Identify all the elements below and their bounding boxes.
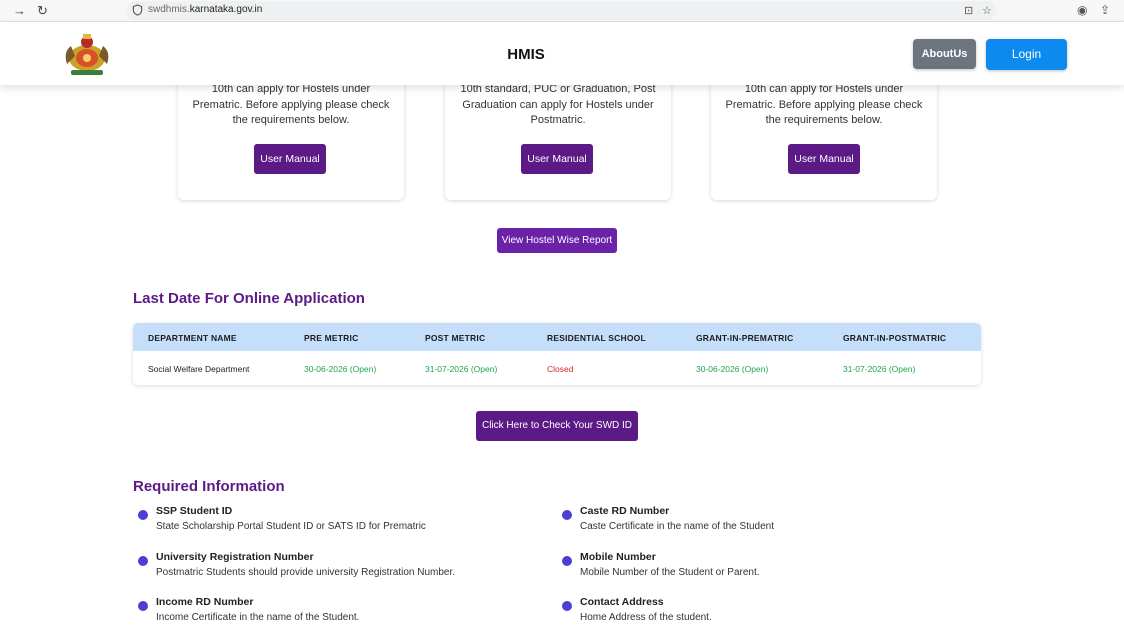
status-open: 30-06-2026 (Open) xyxy=(304,364,377,374)
user-manual-button[interactable]: User Manual xyxy=(521,144,593,174)
card-description: 10th can apply for Hostels under Prematr… xyxy=(192,83,390,126)
bullet-icon xyxy=(138,510,148,520)
required-item-desc: Income Certificate in the name of the St… xyxy=(156,612,360,623)
last-date-title: Last Date For Online Application xyxy=(133,290,365,307)
table-cell: Social Welfare Department xyxy=(148,364,250,374)
required-item: Income RD Number Income Certificate in t… xyxy=(138,596,538,636)
user-manual-button[interactable]: User Manual xyxy=(788,144,860,174)
reload-icon[interactable]: ↻ xyxy=(37,2,48,20)
status-open: 30-06-2026 (Open) xyxy=(696,364,769,374)
bullet-icon xyxy=(562,556,572,566)
bullet-icon xyxy=(138,601,148,611)
table-header-row: DEPARTMENT NAME PRE METRIC POST METRIC R… xyxy=(133,323,981,351)
view-hostel-wise-report-button[interactable]: View Hostel Wise Report xyxy=(497,228,617,253)
required-info-title: Required Information xyxy=(133,478,285,495)
column-header: GRANT-IN-PREMATRIC xyxy=(696,333,794,343)
about-us-button[interactable]: AboutUs xyxy=(913,39,976,69)
url-text: swdhmis.karnataka.gov.in xyxy=(148,4,263,15)
install-app-icon[interactable]: ⊡ xyxy=(964,4,973,17)
required-item: University Registration Number Postmatri… xyxy=(138,551,538,591)
bookmark-star-icon[interactable]: ☆ xyxy=(982,4,992,17)
card-description: 10th can apply for Hostels under Prematr… xyxy=(725,83,923,126)
required-item-desc: Caste Certificate in the name of the Stu… xyxy=(580,521,774,532)
site-info-icon[interactable] xyxy=(132,4,143,16)
check-swd-id-button[interactable]: Click Here to Check Your SWD ID xyxy=(476,411,638,441)
bullet-icon xyxy=(138,556,148,566)
bullet-icon xyxy=(562,601,572,611)
required-item-desc: State Scholarship Portal Student ID or S… xyxy=(156,521,426,532)
postmatric-card: 10th standard, PUC or Graduation, Post G… xyxy=(445,70,671,200)
status-closed: Closed xyxy=(547,364,574,374)
last-date-table: DEPARTMENT NAME PRE METRIC POST METRIC R… xyxy=(133,323,981,385)
column-header: POST METRIC xyxy=(425,333,486,343)
extension-icon[interactable]: ◉ xyxy=(1077,3,1087,17)
required-item-desc: Mobile Number of the Student or Parent. xyxy=(580,567,760,578)
required-item-desc: Postmatric Students should provide unive… xyxy=(156,567,456,578)
bullet-icon xyxy=(562,510,572,520)
site-header: HMIS AboutUs Login xyxy=(0,22,1124,85)
login-button[interactable]: Login xyxy=(986,39,1067,70)
column-header: GRANT-IN-POSTMATRIC xyxy=(843,333,947,343)
residential-card: 10th can apply for Hostels under Prematr… xyxy=(711,70,937,200)
required-item-title: Mobile Number xyxy=(580,551,656,563)
required-item: SSP Student ID State Scholarship Portal … xyxy=(138,505,538,545)
required-item-title: Income RD Number xyxy=(156,596,254,608)
site-title: HMIS xyxy=(507,46,545,63)
forward-arrow-icon[interactable]: → xyxy=(13,2,26,20)
required-item-title: Caste RD Number xyxy=(580,505,670,517)
prematric-card: 10th can apply for Hostels under Prematr… xyxy=(178,70,404,200)
browser-toolbar: → ↻ swdhmis.karnataka.gov.in ⊡ ☆ ◉ ⇪ xyxy=(0,0,1124,22)
required-item: Caste RD Number Caste Certificate in the… xyxy=(562,505,962,545)
required-item: Contact Address Home Address of the stud… xyxy=(562,596,962,636)
share-icon[interactable]: ⇪ xyxy=(1100,3,1110,17)
column-header: PRE METRIC xyxy=(304,333,359,343)
column-header: DEPARTMENT NAME xyxy=(148,333,237,343)
required-item-title: Contact Address xyxy=(580,596,664,608)
card-description: 10th standard, PUC or Graduation, Post G… xyxy=(460,83,656,126)
required-item-title: University Registration Number xyxy=(156,551,314,563)
user-manual-button[interactable]: User Manual xyxy=(254,144,326,174)
status-open: 31-07-2026 (Open) xyxy=(425,364,498,374)
required-item-title: SSP Student ID xyxy=(156,505,233,517)
status-open: 31-07-2026 (Open) xyxy=(843,364,916,374)
address-bar[interactable]: swdhmis.karnataka.gov.in ⊡ ☆ xyxy=(126,1,996,20)
required-item-desc: Home Address of the student. xyxy=(580,612,712,623)
required-item: Mobile Number Mobile Number of the Stude… xyxy=(562,551,962,591)
column-header: RESIDENTIAL SCHOOL xyxy=(547,333,646,343)
